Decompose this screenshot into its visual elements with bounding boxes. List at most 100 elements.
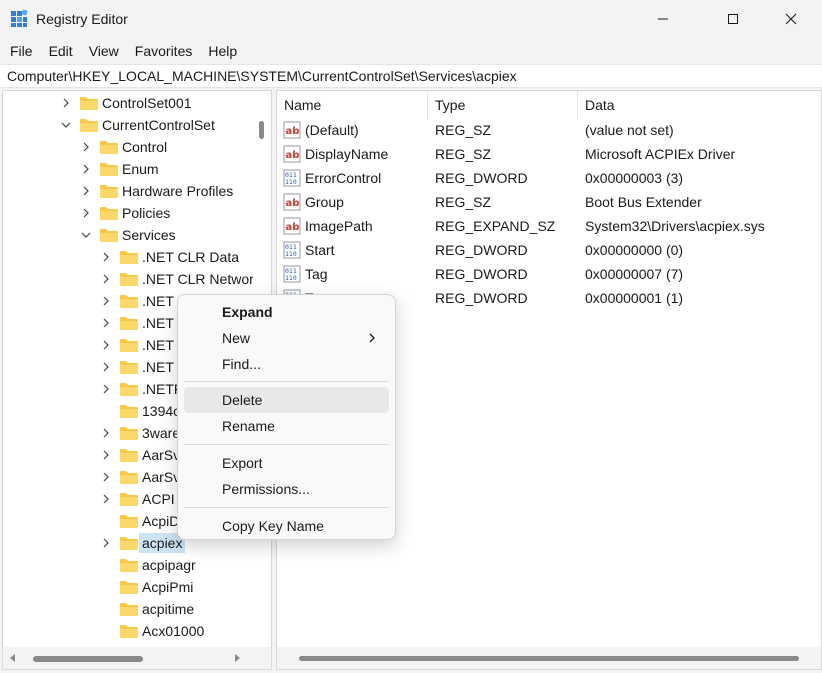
folder-icon [79, 95, 99, 111]
tree-item[interactable]: ControlSet001 [3, 92, 253, 114]
tree-horizontal-scrollbar[interactable] [3, 647, 271, 669]
folder-icon [119, 271, 139, 287]
ctx-export[interactable]: Export [184, 450, 389, 476]
chevron-right-icon[interactable] [101, 494, 111, 504]
string-value-icon: ab [283, 193, 301, 211]
tree-item[interactable]: AcpiPmi [3, 576, 253, 598]
folder-icon [119, 513, 139, 529]
tree-item[interactable]: acpitime [3, 598, 253, 620]
tree-item[interactable]: .NET CLR Data [3, 246, 253, 268]
folder-icon [119, 601, 139, 617]
ctx-permissions[interactable]: Permissions... [184, 476, 389, 502]
folder-icon [99, 139, 119, 155]
string-value-icon: ab [283, 121, 301, 139]
folder-icon [119, 337, 139, 353]
chevron-right-icon[interactable] [101, 472, 111, 482]
tree-item[interactable]: Control [3, 136, 253, 158]
value-name: (Default) [305, 122, 359, 138]
value-row[interactable]: 011 110 ErrorControl REG_DWORD 0x00000003 (3… [277, 166, 821, 190]
value-type: REG_EXPAND_SZ [435, 218, 556, 234]
value-row[interactable]: 011 110 Start REG_DWORD 0x00000000 (0) [277, 238, 821, 262]
scroll-left-icon[interactable] [9, 654, 17, 662]
chevron-right-icon[interactable] [101, 450, 111, 460]
chevron-down-icon[interactable] [61, 120, 71, 130]
value-name: Tag [305, 266, 328, 282]
column-header-data[interactable]: Data [578, 91, 821, 119]
chevron-right-icon[interactable] [101, 296, 111, 306]
close-button[interactable] [768, 0, 814, 38]
chevron-right-icon[interactable] [101, 384, 111, 394]
value-name: DisplayName [305, 146, 389, 162]
value-data: 0x00000000 (0) [585, 242, 684, 258]
value-row[interactable]: ab DisplayName REG_SZ Microsoft ACPIEx Driv… [277, 142, 821, 166]
window-title: Registry Editor [36, 11, 128, 27]
tree-item-label: .NET CLR Data [142, 249, 239, 265]
menu-file[interactable]: File [2, 39, 41, 63]
ctx-copy-key-name[interactable]: Copy Key Name [184, 513, 389, 539]
scroll-right-icon[interactable] [233, 654, 241, 662]
tree-item[interactable]: Acx01000 [3, 620, 253, 642]
column-header-type[interactable]: Type [428, 91, 578, 119]
tree-horizontal-scroll-thumb[interactable] [33, 656, 143, 662]
ctx-new[interactable]: New [184, 325, 389, 351]
folder-icon [119, 469, 139, 485]
tree-vertical-scroll-thumb[interactable] [259, 121, 264, 139]
minimize-button[interactable] [640, 0, 686, 38]
maximize-button[interactable] [710, 0, 756, 38]
tree-item[interactable]: Services [3, 224, 253, 246]
column-header-name[interactable]: Name [277, 91, 428, 119]
chevron-right-icon[interactable] [101, 340, 111, 350]
chevron-right-icon[interactable] [61, 98, 71, 108]
menu-bar: File Edit View Favorites Help [0, 38, 822, 64]
menu-edit[interactable]: Edit [41, 39, 81, 63]
tree-item[interactable]: Enum [3, 158, 253, 180]
chevron-right-icon[interactable] [81, 164, 91, 174]
chevron-right-icon[interactable] [101, 252, 111, 262]
binary-value-icon: 011110 [283, 241, 301, 259]
folder-icon [119, 623, 139, 639]
chevron-right-icon[interactable] [101, 362, 111, 372]
value-row[interactable]: 011 110 Tag REG_DWORD 0x00000007 (7) [277, 262, 821, 286]
tree-item[interactable]: Policies [3, 202, 253, 224]
chevron-right-icon[interactable] [81, 208, 91, 218]
folder-icon [79, 117, 99, 133]
address-bar[interactable]: Computer\HKEY_LOCAL_MACHINE\SYSTEM\Curre… [0, 64, 822, 88]
binary-value-icon: 011110 [283, 265, 301, 283]
value-type: REG_DWORD [435, 290, 528, 306]
folder-icon [119, 557, 139, 573]
chevron-right-icon[interactable] [101, 538, 111, 548]
chevron-right-icon[interactable] [81, 186, 91, 196]
ctx-find[interactable]: Find... [184, 351, 389, 377]
chevron-right-icon[interactable] [101, 318, 111, 328]
tree-item[interactable]: Hardware Profiles [3, 180, 253, 202]
ctx-rename[interactable]: Rename [184, 413, 389, 439]
value-row[interactable]: ab ImagePath REG_EXPAND_SZ System32\Drivers… [277, 214, 821, 238]
value-row[interactable]: ab (Default) REG_SZ (value not set) [277, 118, 821, 142]
tree-item[interactable]: .NET CLR Networking [3, 268, 271, 290]
menu-view[interactable]: View [81, 39, 127, 63]
folder-icon [119, 249, 139, 265]
svg-text:ab: ab [286, 198, 300, 209]
tree-item-label: Acx01000 [142, 623, 205, 639]
chevron-down-icon[interactable] [81, 230, 91, 240]
chevron-right-icon[interactable] [101, 274, 111, 284]
ctx-delete[interactable]: Delete [184, 387, 389, 413]
tree-item[interactable]: acpipagr [3, 554, 253, 576]
list-horizontal-scrollbar[interactable] [277, 647, 821, 669]
title-bar: Registry Editor [0, 0, 822, 38]
ctx-expand[interactable]: Expand [184, 299, 389, 325]
value-type: REG_SZ [435, 146, 492, 162]
tree-item-label: AcpiPmi [142, 579, 194, 595]
chevron-right-icon[interactable] [101, 428, 111, 438]
value-row[interactable]: ab Group REG_SZ Boot Bus Extender [277, 190, 821, 214]
tree-item-label: Hardware Profiles [122, 183, 234, 199]
chevron-right-icon[interactable] [81, 142, 91, 152]
menu-favorites[interactable]: Favorites [127, 39, 201, 63]
list-header: Name Type Data [277, 91, 821, 119]
list-horizontal-scroll-thumb[interactable] [299, 656, 799, 661]
value-data: 0x00000001 (1) [585, 290, 684, 306]
tree-item-label: Policies [122, 205, 171, 221]
svg-text:ab: ab [286, 150, 300, 161]
tree-item[interactable]: CurrentControlSet [3, 114, 253, 136]
menu-help[interactable]: Help [200, 39, 245, 63]
